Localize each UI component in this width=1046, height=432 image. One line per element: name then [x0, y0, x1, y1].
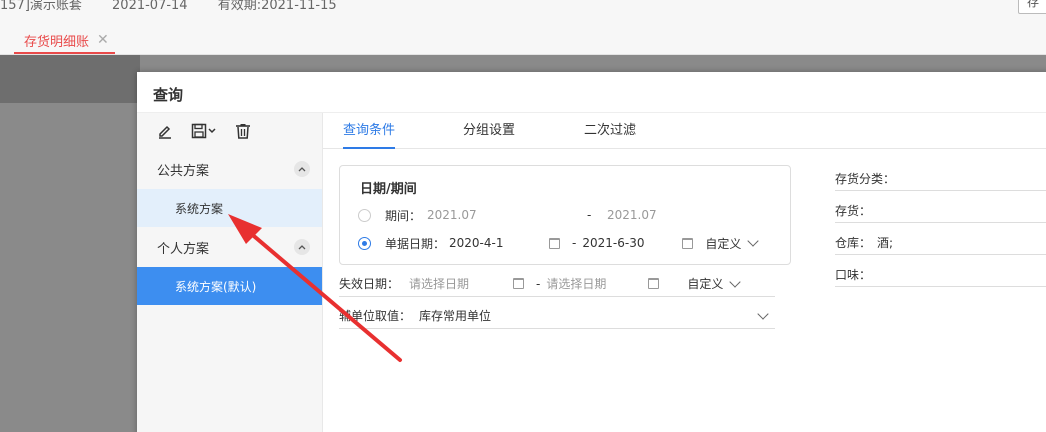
doc-date-radio[interactable]: [358, 236, 371, 250]
custom-label: 自定义: [687, 277, 724, 291]
account-name: 157]演示账套: [0, 0, 82, 13]
expiry-from-input[interactable]: 请选择日期: [409, 275, 513, 292]
tab-secondary-filter[interactable]: 二次过滤: [584, 113, 636, 149]
period-separator: -: [587, 208, 592, 222]
aux-unit-select[interactable]: 辅单位取值： 库存常用单位: [339, 303, 775, 329]
personal-schemes-header[interactable]: 个人方案: [137, 227, 322, 267]
expiry-custom-dropdown[interactable]: 自定义: [687, 275, 742, 292]
group-label: 个人方案: [157, 241, 210, 257]
aux-unit-label: 辅单位取值：: [339, 309, 412, 323]
inventory-field[interactable]: 存货：: [835, 199, 1046, 223]
expiry-date-field: 失效日期： 请选择日期 - 请选择日期 自定义: [339, 271, 775, 297]
period-label: 期间：: [385, 208, 422, 223]
period-radio[interactable]: [358, 208, 371, 222]
scheme-panel: 公共方案 系统方案 个人方案 系统方案(默认): [137, 113, 323, 432]
field-label: 仓库：: [835, 236, 872, 250]
calendar-icon[interactable]: [513, 278, 525, 289]
section-title: 日期/期间: [360, 182, 417, 197]
public-schemes-header[interactable]: 公共方案: [137, 149, 322, 189]
query-tabs: 查询条件 分组设置 二次过滤: [323, 113, 1046, 149]
save-dropdown-icon[interactable]: [191, 123, 217, 139]
doc-date-to[interactable]: 2021-6-30: [582, 236, 682, 250]
scheme-toolbar: [137, 113, 322, 149]
custom-dropdown[interactable]: 自定义: [705, 235, 760, 252]
field-value: 酒;: [877, 236, 894, 250]
chevron-up-icon[interactable]: [294, 239, 310, 255]
query-content: 查询条件 分组设置 二次过滤 日期/期间 期间： 2021.07 - 2021.…: [323, 113, 1046, 432]
doc-date-from[interactable]: 2020-4-1: [449, 236, 549, 250]
app-header: 157]演示账套 2021-07-14 有效期:2021-11-15 存: [0, 0, 1046, 24]
expiry-text: 有效期:2021-11-15: [217, 0, 337, 13]
group-label: 公共方案: [157, 163, 210, 179]
calendar-icon[interactable]: [648, 278, 660, 289]
scheme-item-system-default[interactable]: 系统方案(默认): [137, 267, 322, 305]
doc-date-separator: -: [572, 236, 577, 250]
close-icon[interactable]: ✕: [97, 32, 109, 48]
date-period-box: 日期/期间 期间： 2021.07 - 2021.07 单据日期： 2020-4…: [339, 165, 791, 265]
flavor-field[interactable]: 口味：: [835, 263, 1046, 287]
chevron-down-icon: [747, 235, 760, 247]
calendar-icon[interactable]: [549, 237, 561, 249]
field-label: 存货：: [835, 204, 872, 218]
doc-date-label: 单据日期：: [385, 236, 446, 251]
query-dialog: 查询 公共方案 系统方案 个人方案 系统方案(默认) 查询条件 分组设置 二次过…: [137, 72, 1046, 432]
tab-query-conditions[interactable]: 查询条件: [343, 113, 396, 149]
header-action-button[interactable]: 存: [1018, 0, 1046, 14]
chevron-down-icon: [757, 307, 769, 320]
expiry-label: 失效日期：: [339, 277, 400, 291]
tab-group-settings[interactable]: 分组设置: [463, 113, 515, 149]
expiry-to-input[interactable]: 请选择日期: [546, 275, 648, 292]
scheme-item-system[interactable]: 系统方案: [137, 189, 322, 227]
period-from[interactable]: 2021.07: [427, 208, 587, 222]
tab-strip: 存货明细账 ✕: [0, 24, 1046, 55]
calendar-icon[interactable]: [682, 237, 694, 249]
aux-unit-value: 库存常用单位: [419, 309, 492, 323]
field-label: 存货分类：: [835, 172, 896, 186]
inventory-category-field[interactable]: 存货分类：: [835, 167, 1046, 191]
warehouse-field[interactable]: 仓库： 酒;: [835, 231, 1046, 255]
edit-icon[interactable]: [157, 123, 173, 139]
period-row: 期间： 2021.07 - 2021.07: [358, 204, 657, 226]
dialog-title: 查询: [153, 86, 184, 104]
expiry-separator: -: [536, 276, 541, 291]
doc-date-row: 单据日期： 2020-4-1 - 2021-6-30 自定义: [358, 232, 760, 254]
login-date: 2021-07-14: [112, 0, 188, 13]
chevron-up-icon[interactable]: [294, 161, 310, 177]
background-panel: [0, 55, 140, 103]
delete-icon[interactable]: [235, 123, 251, 139]
period-to[interactable]: 2021.07: [607, 208, 657, 222]
tab-label: 存货明细账: [24, 34, 90, 50]
field-label: 口味：: [835, 268, 872, 282]
tab-inventory-ledger[interactable]: 存货明细账 ✕: [14, 28, 115, 54]
custom-label: 自定义: [705, 236, 742, 251]
chevron-down-icon: [729, 275, 742, 288]
